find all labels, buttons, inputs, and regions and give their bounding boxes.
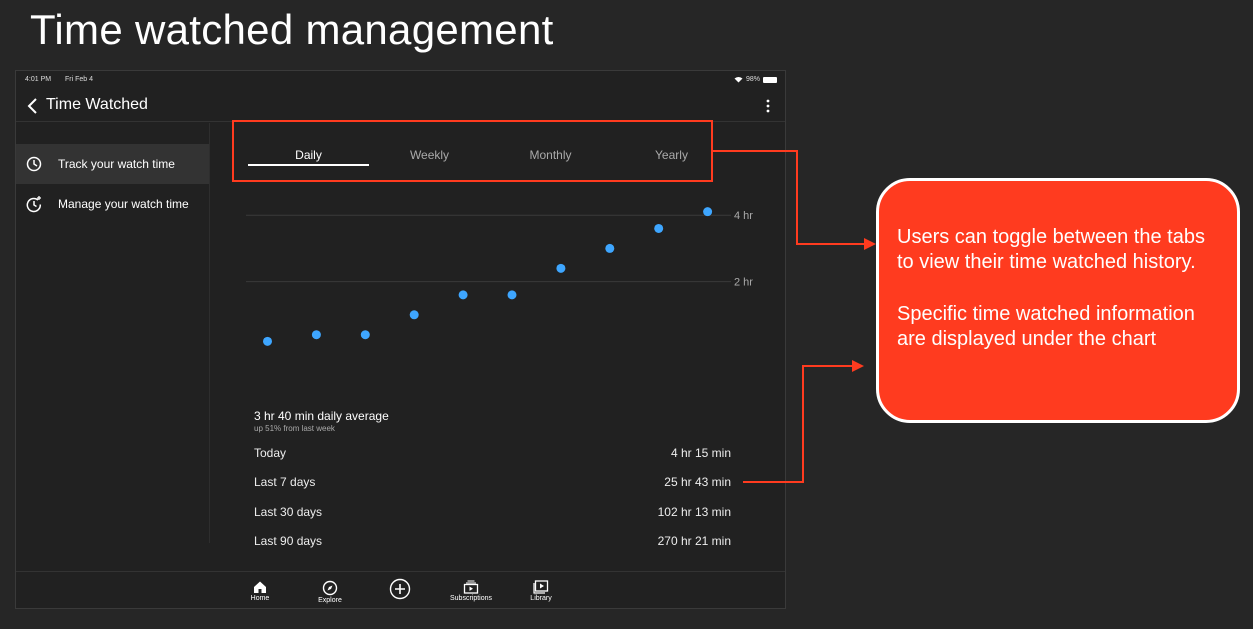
subscriptions-icon [463, 580, 479, 594]
sidebar-item-label: Manage your watch time [58, 197, 189, 211]
slide-title: Time watched management [30, 6, 554, 53]
stat-value: 102 hr 13 min [657, 505, 731, 519]
data-point [458, 290, 468, 300]
nav-label: Subscriptions [449, 595, 493, 602]
clock-icon [26, 156, 42, 172]
y-tick-label: 4 hr [734, 210, 753, 222]
nav-library[interactable]: Library [506, 580, 576, 602]
data-point [360, 330, 370, 340]
status-time: 4:01 PM [25, 76, 52, 83]
stat-row-30days: Last 30 days 102 hr 13 min [254, 505, 731, 525]
bottom-nav: Home Explore Subscriptions Library [16, 571, 785, 610]
stat-value: 25 hr 43 min [664, 475, 731, 489]
stat-label: Last 7 days [254, 475, 316, 489]
wifi-icon [734, 77, 743, 83]
data-point [409, 310, 419, 320]
stat-label: Last 90 days [254, 534, 323, 548]
data-point [263, 336, 272, 346]
annotation-callout: Users can toggle between the tabs to vie… [876, 178, 1240, 423]
status-date: Fri Feb 4 [65, 76, 94, 83]
app-bar: Time Watched [16, 91, 785, 122]
page-title: Time Watched [46, 96, 148, 113]
more-vert-icon[interactable] [765, 97, 771, 115]
sidebar-item-label: Track your watch time [58, 157, 175, 171]
stat-row-7days: Last 7 days 25 hr 43 min [254, 475, 731, 495]
add-circle-icon [389, 578, 411, 600]
nav-explore[interactable]: Explore [295, 580, 365, 604]
stat-label: Last 30 days [254, 505, 323, 519]
nav-home[interactable]: Home [225, 580, 295, 602]
back-arrow-icon[interactable] [26, 97, 40, 115]
nav-label: Library [530, 595, 552, 602]
data-point [654, 223, 664, 233]
data-point [605, 243, 615, 253]
sidebar: Track your watch time Manage your watch … [16, 123, 210, 543]
library-icon [533, 580, 549, 594]
callout-text-stats: Specific time watched information are di… [897, 303, 1195, 350]
stat-label: Today [254, 446, 287, 460]
nav-label: Explore [318, 597, 342, 604]
callout-text-tabs: Users can toggle between the tabs to vie… [897, 226, 1205, 273]
nav-label: Home [250, 595, 270, 602]
daily-average: 3 hr 40 min daily average [254, 409, 389, 423]
compass-icon [322, 580, 338, 596]
timer-add-icon [26, 196, 42, 213]
stat-row-today: Today 4 hr 15 min [254, 446, 731, 466]
data-point [311, 330, 321, 340]
nav-subscriptions[interactable]: Subscriptions [436, 580, 506, 602]
data-point [507, 290, 517, 300]
data-point [703, 207, 713, 217]
y-tick-label: 2 hr [734, 277, 753, 289]
home-icon [254, 581, 266, 593]
status-bar: 4:01 PM Fri Feb 4 [25, 76, 105, 83]
status-indicators: 98% [734, 76, 777, 83]
watch-time-chart: 2 hr4 hr8 hr7am8am9am10am11am12pm1pm2pm3… [246, 207, 753, 346]
average-change: up 51% from last week [254, 424, 335, 433]
stat-value: 4 hr 15 min [670, 446, 731, 460]
stat-row-90days: Last 90 days 270 hr 21 min [254, 534, 731, 554]
battery-percent: 98% [745, 76, 760, 83]
sidebar-item-track[interactable]: Track your watch time [16, 144, 209, 184]
nav-create[interactable] [365, 578, 435, 601]
data-point [556, 263, 566, 273]
stat-value: 270 hr 21 min [657, 534, 731, 548]
tablet-screen: 4:01 PM Fri Feb 4 98% Time Watched Track… [15, 70, 786, 609]
sidebar-item-manage[interactable]: Manage your watch time [16, 184, 209, 224]
battery-icon [763, 76, 777, 83]
